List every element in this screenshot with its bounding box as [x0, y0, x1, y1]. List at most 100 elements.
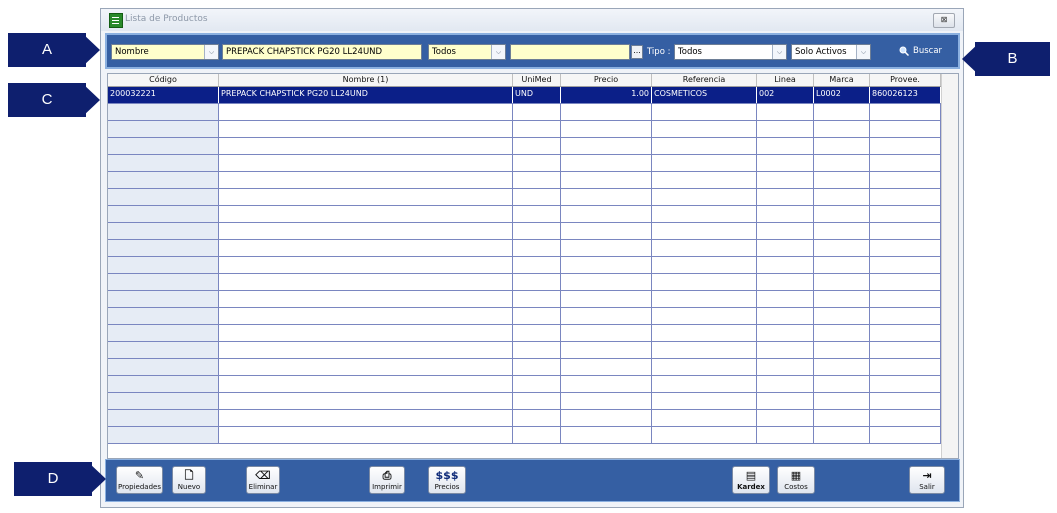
- prices-button[interactable]: $$$ Precios: [428, 466, 466, 494]
- empty-cell: [219, 274, 513, 290]
- empty-cell: [757, 206, 814, 222]
- search-button[interactable]: Buscar: [899, 44, 959, 60]
- costs-button[interactable]: ▦ Costos: [777, 466, 815, 494]
- empty-cell: [757, 427, 814, 443]
- empty-table-row[interactable]: [108, 138, 941, 155]
- empty-table-row[interactable]: [108, 121, 941, 138]
- tipo-value: Todos: [678, 47, 702, 57]
- empty-table-row[interactable]: [108, 427, 941, 444]
- column-header-provee[interactable]: Provee.: [870, 74, 941, 86]
- field-selector-dropdown[interactable]: Nombre ⌵: [111, 44, 219, 60]
- chevron-down-icon[interactable]: ⌵: [204, 45, 218, 59]
- table-row[interactable]: 200032221 PREPACK CHAPSTICK PG20 LL24UND…: [108, 87, 941, 104]
- status-dropdown[interactable]: Solo Activos ⌵: [791, 44, 871, 60]
- empty-cell: [870, 359, 941, 375]
- empty-cell: [219, 189, 513, 205]
- empty-table-row[interactable]: [108, 410, 941, 427]
- chevron-down-icon[interactable]: ⌵: [772, 45, 786, 59]
- empty-cell: [513, 325, 561, 341]
- empty-cell: [513, 393, 561, 409]
- column-header-nombre[interactable]: Nombre (1): [219, 74, 513, 86]
- new-button[interactable]: 🗋 Nuevo: [172, 466, 206, 494]
- empty-table-row[interactable]: [108, 308, 941, 325]
- column-header-referencia[interactable]: Referencia: [652, 74, 757, 86]
- delete-label: Eliminar: [248, 483, 278, 491]
- search-input-value: PREPACK CHAPSTICK PG20 LL24UND: [226, 47, 383, 57]
- printer-icon: ⎙: [382, 469, 392, 482]
- empty-cell: [219, 291, 513, 307]
- column-header-precio[interactable]: Precio: [561, 74, 652, 86]
- empty-table-row[interactable]: [108, 342, 941, 359]
- print-button[interactable]: ⎙ Imprimir: [369, 466, 405, 494]
- empty-table-row[interactable]: [108, 274, 941, 291]
- kardex-button[interactable]: ▤ Kardex: [732, 466, 770, 494]
- empty-cell: [814, 291, 870, 307]
- empty-cell: [652, 155, 757, 171]
- empty-table-row[interactable]: [108, 257, 941, 274]
- filter-input[interactable]: [510, 44, 630, 60]
- empty-cell: [219, 257, 513, 273]
- cell-nombre: PREPACK CHAPSTICK PG20 LL24UND: [219, 87, 513, 103]
- empty-cell: [513, 240, 561, 256]
- empty-cell: [561, 427, 652, 443]
- vertical-scrollbar[interactable]: [941, 74, 958, 458]
- empty-cell: [513, 104, 561, 120]
- empty-table-row[interactable]: [108, 104, 941, 121]
- empty-cell: [870, 291, 941, 307]
- browse-button[interactable]: ...: [631, 45, 643, 59]
- close-button[interactable]: ⊠: [933, 13, 955, 28]
- chevron-down-icon[interactable]: ⌵: [491, 45, 505, 59]
- empty-cell: [757, 325, 814, 341]
- empty-cell: [814, 223, 870, 239]
- empty-cell: [219, 342, 513, 358]
- search-input[interactable]: PREPACK CHAPSTICK PG20 LL24UND: [222, 44, 422, 60]
- column-header-unimed[interactable]: UniMed: [513, 74, 561, 86]
- empty-cell: [108, 155, 219, 171]
- empty-table-row[interactable]: [108, 291, 941, 308]
- exit-button[interactable]: ⇥ Salir: [909, 466, 945, 494]
- empty-cell: [652, 172, 757, 188]
- column-header-codigo[interactable]: Código: [108, 74, 219, 86]
- scope-dropdown[interactable]: Todos ⌵: [428, 44, 506, 60]
- empty-cell: [870, 410, 941, 426]
- exit-label: Salir: [919, 483, 935, 491]
- empty-cell: [652, 376, 757, 392]
- cell-referencia: COSMETICOS: [652, 87, 757, 103]
- callout-a-label: A: [8, 33, 86, 67]
- empty-cell: [814, 427, 870, 443]
- cell-marca: L0002: [814, 87, 870, 103]
- title-bar: Lista de Productos ⊠: [101, 9, 963, 31]
- empty-cell: [652, 138, 757, 154]
- empty-table-row[interactable]: [108, 206, 941, 223]
- empty-cell: [814, 325, 870, 341]
- empty-table-row[interactable]: [108, 189, 941, 206]
- chevron-down-icon[interactable]: ⌵: [856, 45, 870, 59]
- delete-button[interactable]: ⌫ Eliminar: [246, 466, 280, 494]
- empty-table-row[interactable]: [108, 393, 941, 410]
- empty-table-row[interactable]: [108, 240, 941, 257]
- empty-cell: [870, 223, 941, 239]
- empty-cell: [561, 410, 652, 426]
- cell-provee: 860026123: [870, 87, 941, 103]
- empty-table-row[interactable]: [108, 376, 941, 393]
- empty-cell: [561, 206, 652, 222]
- empty-cell: [652, 359, 757, 375]
- empty-table-row[interactable]: [108, 172, 941, 189]
- empty-table-row[interactable]: [108, 223, 941, 240]
- cell-codigo: 200032221: [108, 87, 219, 103]
- empty-table-row[interactable]: [108, 325, 941, 342]
- column-header-marca[interactable]: Marca: [814, 74, 870, 86]
- empty-cell: [219, 206, 513, 222]
- empty-cell: [513, 342, 561, 358]
- properties-button[interactable]: ✎ Propiedades: [116, 466, 163, 494]
- tipo-dropdown[interactable]: Todos ⌵: [674, 44, 787, 60]
- empty-cell: [652, 342, 757, 358]
- empty-cell: [757, 342, 814, 358]
- column-header-linea[interactable]: Linea: [757, 74, 814, 86]
- empty-cell: [108, 104, 219, 120]
- empty-cell: [870, 427, 941, 443]
- empty-table-row[interactable]: [108, 359, 941, 376]
- search-icon: [899, 46, 909, 56]
- empty-cell: [513, 410, 561, 426]
- empty-table-row[interactable]: [108, 155, 941, 172]
